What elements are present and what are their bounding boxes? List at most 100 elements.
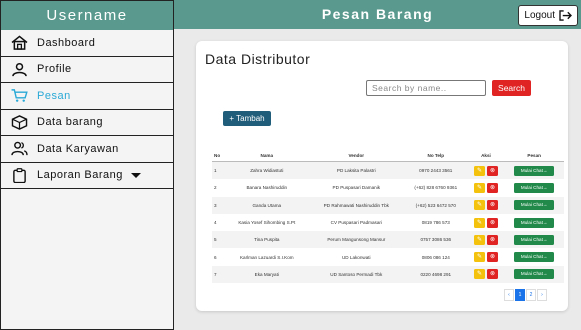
sidebar-item-label: Pesan: [37, 89, 71, 102]
row-no: 6: [214, 254, 217, 260]
logout-button[interactable]: Logout: [518, 5, 578, 26]
chat-label: Mulai Chat: [520, 167, 543, 173]
caret-down-icon[interactable]: [130, 172, 141, 178]
arrow-right-icon: →: [542, 271, 548, 277]
edit-icon[interactable]: ✎: [473, 234, 485, 245]
row-pesan: Mulai Chat→: [504, 179, 564, 196]
table-row: 1 Zahra Widiastuti PD Laksita Palastri 0…: [212, 161, 564, 180]
row-actions: ✎ ⊗: [468, 231, 505, 248]
sidebar-item-label: Data barang: [37, 116, 104, 129]
delete-icon[interactable]: ⊗: [486, 252, 498, 263]
pagination-page-current[interactable]: 1: [515, 289, 525, 301]
row-actions: ✎ ⊗: [468, 179, 505, 196]
delete-icon[interactable]: ⊗: [486, 200, 498, 211]
sidebar-item-label: Data Karyawan: [37, 142, 119, 155]
chat-label: Mulai Chat: [520, 184, 543, 190]
edit-icon[interactable]: ✎: [473, 269, 485, 280]
row-vendor: CV Puspasari Padmasari: [330, 220, 382, 226]
row-actions: ✎ ⊗: [468, 248, 505, 265]
row-telp: 0220 4698 291: [420, 271, 452, 277]
clipboard-icon: [13, 167, 26, 183]
chat-label: Mulai Chat: [520, 219, 543, 225]
sidebar-item-dashboard[interactable]: Dashboard: [1, 30, 173, 57]
row-actions: ✎ ⊗: [468, 197, 505, 214]
table-row: 4 Kasia Yosef Sihombing S.Pt CV Puspasar…: [212, 214, 564, 231]
sidebar-item-data-barang[interactable]: Data barang: [1, 110, 173, 136]
edit-icon[interactable]: ✎: [473, 252, 485, 263]
row-telp: 0757 3086 536: [420, 237, 452, 243]
row-vendor: PD Rahmawati Nashiruddin Tbk: [323, 202, 389, 208]
edit-icon[interactable]: ✎: [473, 182, 485, 193]
pagination-next[interactable]: ›: [537, 289, 547, 301]
delete-icon[interactable]: ⊗: [486, 165, 498, 176]
row-telp: 0819 786 573: [421, 220, 450, 226]
start-chat-button[interactable]: Mulai Chat→: [514, 182, 555, 193]
sidebar-item-laporan-barang[interactable]: Laporan Barang: [1, 163, 173, 189]
column-header: No Telp: [404, 149, 468, 162]
row-telp: (+62) 523 6472 570: [415, 202, 456, 208]
delete-icon[interactable]: ⊗: [486, 217, 498, 228]
sidebar-item-label: Profile: [37, 63, 72, 76]
sidebar-item-data-karyawan[interactable]: Data Karyawan: [1, 136, 173, 163]
home-icon: [11, 35, 28, 51]
row-no: 4: [214, 220, 217, 226]
arrow-right-icon: →: [542, 202, 548, 208]
delete-icon[interactable]: ⊗: [486, 269, 498, 280]
chat-label: Mulai Chat: [520, 236, 543, 242]
sidebar-item-pesan[interactable]: Pesan: [1, 83, 173, 110]
table-row: 2 Banara Nashiruddin PD Puspasari Damani…: [212, 179, 564, 196]
arrow-right-icon: →: [542, 219, 548, 225]
row-no: 2: [214, 185, 217, 191]
box-icon: [11, 114, 28, 130]
row-telp: 0806 086 124: [421, 254, 450, 260]
chat-label: Mulai Chat: [520, 271, 543, 277]
pagination: ‹ 1 2 ›: [504, 289, 547, 301]
row-telp: 0970 2443 3561: [419, 168, 453, 174]
chat-label: Mulai Chat: [520, 202, 543, 208]
sidebar-item-profile[interactable]: Profile: [1, 57, 173, 83]
start-chat-button[interactable]: Mulai Chat→: [514, 217, 555, 228]
row-nama: Tina Puspita: [254, 237, 280, 243]
edit-icon[interactable]: ✎: [473, 200, 485, 211]
row-pesan: Mulai Chat→: [504, 248, 564, 265]
arrow-right-icon: →: [542, 254, 548, 260]
row-vendor: PD Puspasari Damanik: [332, 185, 381, 191]
search-input[interactable]: Search by name..: [366, 80, 486, 96]
row-pesan: Mulai Chat→: [504, 266, 564, 283]
start-chat-button[interactable]: Mulai Chat→: [514, 200, 555, 211]
row-pesan: Mulai Chat→: [504, 214, 564, 231]
start-chat-button[interactable]: Mulai Chat→: [514, 234, 555, 245]
search-button[interactable]: Search: [492, 80, 531, 96]
row-vendor: Perum Mangunsong Mansur: [327, 237, 386, 243]
logout-icon: [559, 10, 572, 21]
edit-icon[interactable]: ✎: [473, 217, 485, 228]
row-nama: Karlman Lazuardi S.I.Kom: [239, 254, 294, 260]
delete-icon[interactable]: ⊗: [486, 182, 498, 193]
column-header: Vendor: [308, 149, 404, 162]
row-vendor: UD Lakonwati: [341, 254, 371, 260]
row-nama: Banara Nashiruddin: [246, 185, 288, 191]
edit-icon[interactable]: ✎: [473, 165, 485, 176]
start-chat-button[interactable]: Mulai Chat→: [514, 269, 555, 280]
delete-icon[interactable]: ⊗: [486, 234, 498, 245]
table-row: 3 Ganda Utama PD Rahmawati Nashiruddin T…: [212, 196, 564, 214]
top-bar: Pesan Barang Logout: [174, 0, 581, 29]
row-no: 3: [214, 202, 217, 208]
row-vendor: PD Laksita Palastri: [336, 168, 376, 174]
page-title: Data Distributor: [205, 51, 311, 67]
users-icon: [11, 141, 28, 156]
row-actions: ✎ ⊗: [468, 162, 505, 180]
distributor-card: Data Distributor Search by name.. Search…: [196, 41, 568, 311]
pagination-page-2[interactable]: 2: [526, 289, 536, 301]
table-row: 7 Eka Maryati UD Santoso Permadi Tbk 022…: [212, 265, 564, 284]
sidebar-username: Username: [1, 1, 173, 30]
start-chat-button[interactable]: Mulai Chat→: [514, 165, 555, 176]
table-row: 6 Karlman Lazuardi S.I.Kom UD Lakonwati …: [212, 248, 564, 265]
start-chat-button[interactable]: Mulai Chat→: [514, 252, 555, 263]
pagination-prev[interactable]: ‹: [504, 289, 514, 301]
main-content: Data Distributor Search by name.. Search…: [174, 29, 581, 330]
row-vendor: UD Santoso Permadi Tbk: [330, 271, 383, 277]
row-nama: Kasia Yosef Sihombing S.Pt: [238, 220, 296, 226]
row-telp: (+62) 828 6760 9361: [414, 185, 458, 191]
add-button[interactable]: + Tambah: [223, 111, 271, 126]
